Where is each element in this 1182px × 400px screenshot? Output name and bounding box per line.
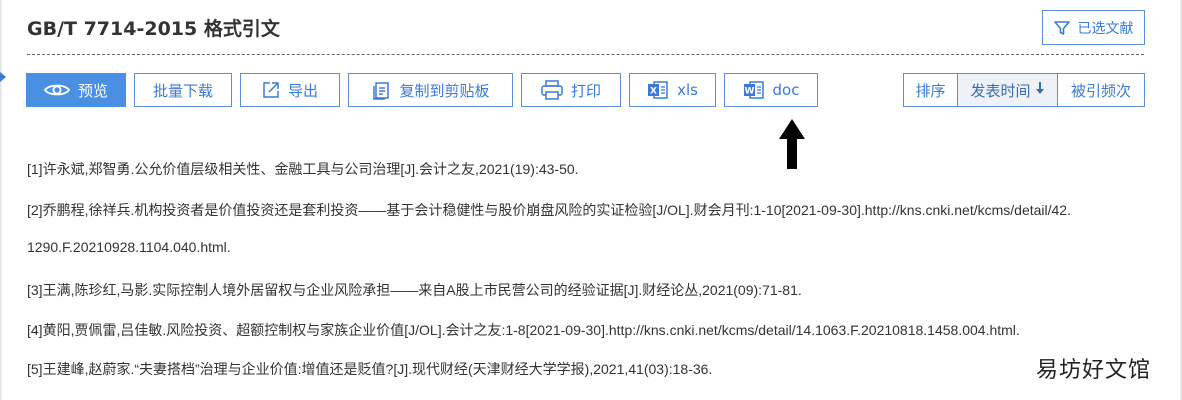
word-file-icon: W — [743, 80, 765, 100]
xls-label: xls — [677, 81, 698, 99]
reference-item: [4]黄阳,贾佩雷,吕佳敏.风险投资、超额控制权与家族企业价值[J/OL].会计… — [27, 322, 1020, 338]
reference-item-continuation: 1290.F.20210928.1104.040.html. — [27, 239, 231, 255]
doc-label: doc — [772, 81, 800, 99]
watermark: 易坊好文馆 — [1036, 358, 1152, 383]
export-label: 导出 — [287, 81, 318, 100]
reference-item: [2]乔鹏程,徐祥兵.机构投资者是价值投资还是套利投资——基于会计稳健性与股价崩… — [27, 202, 1071, 218]
copy-to-clipboard-button[interactable]: 复制到剪贴板 — [348, 73, 513, 107]
xls-export-button[interactable]: X xls — [629, 73, 716, 107]
up-arrow-annotation-icon — [779, 119, 805, 173]
selected-docs-button[interactable]: 已选文献 — [1042, 10, 1145, 45]
reference-item: [1]许永斌,郑智勇.公允价值层级相关性、金融工具与公司治理[J].会计之友,2… — [27, 161, 579, 177]
preview-button[interactable]: 预览 — [26, 73, 126, 107]
preview-label: 预览 — [77, 81, 108, 100]
sort-by-citations-button[interactable]: 被引频次 — [1057, 73, 1145, 107]
sort-label: 排序 — [903, 73, 958, 107]
title-divider — [27, 54, 1144, 55]
sort-option-citations: 被引频次 — [1070, 81, 1131, 100]
batch-download-button[interactable]: 批量下载 — [134, 73, 232, 107]
clipboard-icon — [371, 80, 391, 100]
svg-text:X: X — [650, 87, 657, 97]
page-title: GB/T 7714-2015 格式引文 — [27, 18, 280, 40]
doc-export-button[interactable]: W doc — [724, 73, 818, 107]
sort-by-publish-time-button[interactable]: 发表时间 — [957, 73, 1058, 107]
export-button[interactable]: 导出 — [240, 73, 340, 107]
printer-icon — [541, 80, 563, 100]
reference-item: [5]王建峰,赵蔚家.“夫妻搭档”治理与企业价值:增值还是贬值?[J].现代财经… — [27, 361, 713, 377]
print-button[interactable]: 打印 — [521, 73, 621, 107]
eye-icon — [43, 82, 70, 98]
left-collapse-marker[interactable] — [0, 72, 6, 82]
export-icon — [262, 81, 280, 99]
excel-file-icon: X — [647, 80, 669, 100]
copy-label: 复制到剪贴板 — [399, 81, 490, 100]
sort-option-publish-time: 发表时间 — [970, 81, 1031, 100]
print-label: 打印 — [570, 81, 601, 100]
selected-docs-label: 已选文献 — [1077, 20, 1134, 37]
batch-download-label: 批量下载 — [152, 81, 213, 100]
svg-text:W: W — [744, 87, 754, 97]
left-frame-border — [0, 0, 2, 400]
reference-item: [3]王满,陈珍红,马影.实际控制人境外居留权与企业风险承担——来自A股上市民营… — [27, 282, 802, 298]
arrow-down-icon — [1035, 81, 1045, 99]
filter-icon — [1053, 20, 1070, 36]
